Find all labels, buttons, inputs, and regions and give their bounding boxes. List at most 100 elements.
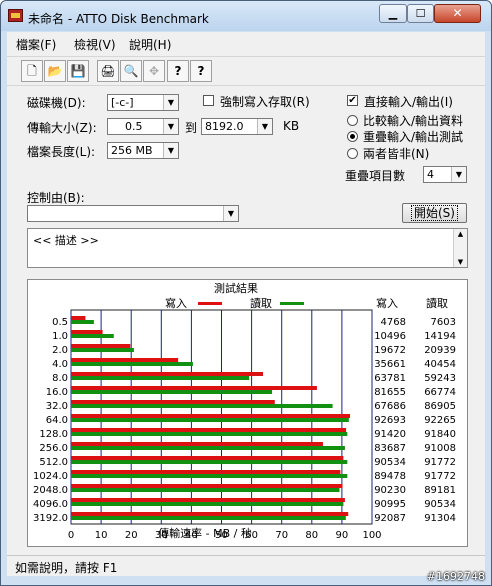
overlapped-io-radio[interactable] xyxy=(347,131,358,142)
table-write-cell: 10496 xyxy=(374,331,406,342)
context-help-icon[interactable]: ? xyxy=(190,60,212,82)
table-read-cell: 7603 xyxy=(431,317,456,328)
help-icon[interactable]: ? xyxy=(167,60,189,82)
neither-label: 兩者皆非(N) xyxy=(363,147,430,161)
scroll-up-icon: ▲ xyxy=(457,230,464,238)
table-read-header: 讀取 xyxy=(426,296,448,310)
description-text: << 描述 >> xyxy=(33,234,99,247)
chevron-down-icon: ▼ xyxy=(451,167,466,182)
legend-read-swatch xyxy=(280,302,304,305)
bar-write xyxy=(71,512,349,516)
chevron-down-icon: ▼ xyxy=(163,119,178,134)
toolbar: 🗋 📂 💾 🖨 🔍 ✥ ? ? xyxy=(7,56,485,86)
new-icon[interactable]: 🗋 xyxy=(21,60,43,82)
menu-view[interactable]: 檢視(V) xyxy=(74,36,116,53)
start-button[interactable]: 開始(S) xyxy=(402,203,467,223)
title-bar[interactable]: 未命名 - ATTO Disk Benchmark ▁ ☐ ✕ xyxy=(1,1,491,31)
x-tick-label: 80 xyxy=(305,530,318,541)
direct-io-checkbox[interactable]: ✔ xyxy=(347,95,358,106)
menu-file[interactable]: 檔案(F) xyxy=(16,36,56,53)
bar-read xyxy=(71,516,346,520)
bar-write xyxy=(71,456,344,460)
bar-write xyxy=(71,330,103,334)
x-axis-label: 傳輸速率 - MB / 秒 xyxy=(158,526,252,540)
bar-read xyxy=(71,446,345,450)
neither-radio[interactable] xyxy=(347,148,358,159)
save-icon[interactable]: 💾 xyxy=(67,60,89,82)
y-tick-label: 512.0 xyxy=(39,457,68,468)
bar-write xyxy=(71,470,341,474)
bar-read xyxy=(71,474,348,478)
maximize-button[interactable]: ☐ xyxy=(407,4,434,23)
menu-help[interactable]: 說明(H) xyxy=(129,36,171,53)
legend-write-swatch xyxy=(198,302,222,305)
y-tick-label: 16.0 xyxy=(46,387,68,398)
queue-depth-select[interactable]: 4 ▼ xyxy=(423,166,467,183)
table-read-cell: 14194 xyxy=(424,331,456,342)
minimize-button[interactable]: ▁ xyxy=(379,4,407,23)
app-window: 未命名 - ATTO Disk Benchmark ▁ ☐ ✕ 檔案(F) 檢視… xyxy=(0,0,492,586)
overlapped-io-label: 重疊輸入/輸出測試 xyxy=(363,130,464,144)
chevron-down-icon: ▼ xyxy=(257,119,272,134)
transfer-unit-label: KB xyxy=(283,119,300,133)
bar-read xyxy=(71,418,349,422)
description-scrollbar[interactable]: ▲ ▼ xyxy=(453,229,467,267)
y-tick-label: 1.0 xyxy=(52,331,68,342)
x-tick-label: 100 xyxy=(362,530,381,541)
watermark-text: #1692748 xyxy=(426,570,485,583)
controlled-by-select[interactable]: ▼ xyxy=(27,205,239,222)
x-tick-label: 0 xyxy=(68,530,74,541)
results-panel: 測試結果 寫入 讀取 寫入 讀取 0 10 20 30 40 50 60 70 80 90 100 0… xyxy=(27,279,468,547)
bar-write xyxy=(71,484,343,488)
bar-read xyxy=(71,362,193,366)
table-read-cell: 90534 xyxy=(424,499,456,510)
transfer-max-select[interactable]: 8192.0 ▼ xyxy=(201,118,273,135)
move-icon[interactable]: ✥ xyxy=(143,60,165,82)
bar-read xyxy=(71,390,273,394)
queue-depth-label: 重疊項目數 xyxy=(345,169,406,183)
status-bar: 如需說明，請按 F1 xyxy=(7,555,485,576)
force-write-checkbox[interactable] xyxy=(203,95,214,106)
table-read-cell: 20939 xyxy=(424,345,456,356)
compare-io-radio[interactable] xyxy=(347,115,358,126)
print-icon[interactable]: 🖨 xyxy=(97,60,119,82)
chevron-down-icon: ▼ xyxy=(163,143,178,158)
table-write-header: 寫入 xyxy=(376,296,398,310)
drive-label: 磁碟機(D): xyxy=(27,96,86,110)
open-icon[interactable]: 📂 xyxy=(44,60,66,82)
print-preview-icon[interactable]: 🔍 xyxy=(120,60,142,82)
table-write-cell: 92693 xyxy=(374,415,406,426)
transfer-min-select[interactable]: 0.5 ▼ xyxy=(107,118,179,135)
y-tick-label: 4.0 xyxy=(52,359,68,370)
y-tick-label: 64.0 xyxy=(46,415,68,426)
results-chart: 測試結果 寫入 讀取 寫入 讀取 0 10 20 30 40 50 60 70 80 90 1000… xyxy=(33,281,456,541)
close-button[interactable]: ✕ xyxy=(434,4,481,23)
y-tick-label: 3192.0 xyxy=(33,513,68,524)
bar-write xyxy=(71,400,275,404)
file-length-select[interactable]: 256 MB ▼ xyxy=(107,142,179,159)
bar-read xyxy=(71,320,94,324)
table-write-cell: 89478 xyxy=(374,471,406,482)
table-write-cell: 63781 xyxy=(374,373,406,384)
transfer-min-value: 0.5 xyxy=(125,120,143,133)
description-box[interactable]: << 描述 >> ▲ ▼ xyxy=(27,228,468,268)
table-write-cell: 83687 xyxy=(374,443,406,454)
table-write-cell: 92087 xyxy=(374,513,406,524)
legend-write-label: 寫入 xyxy=(165,296,187,310)
controlled-by-label: 控制由(B): xyxy=(27,191,85,205)
transfer-max-value: 8192.0 xyxy=(205,120,244,133)
client-area: 檔案(F) 檢視(V) 說明(H) 🗋 📂 💾 🖨 🔍 ✥ ? ? 磁碟機(D)… xyxy=(7,32,485,576)
drive-select[interactable]: [-c-] ▼ xyxy=(107,94,179,111)
results-group-label: 測試結果 xyxy=(214,281,258,295)
table-read-cell: 66774 xyxy=(424,387,456,398)
drive-value: [-c-] xyxy=(111,96,134,109)
bar-write xyxy=(71,442,323,446)
table-read-cell: 91772 xyxy=(424,457,456,468)
bar-read xyxy=(71,488,340,492)
app-icon xyxy=(8,9,23,22)
scroll-down-icon: ▼ xyxy=(457,258,464,266)
status-text: 如需說明，請按 F1 xyxy=(15,561,118,575)
bar-read xyxy=(71,348,134,352)
y-tick-label: 1024.0 xyxy=(33,471,68,482)
table-write-cell: 90534 xyxy=(374,457,406,468)
